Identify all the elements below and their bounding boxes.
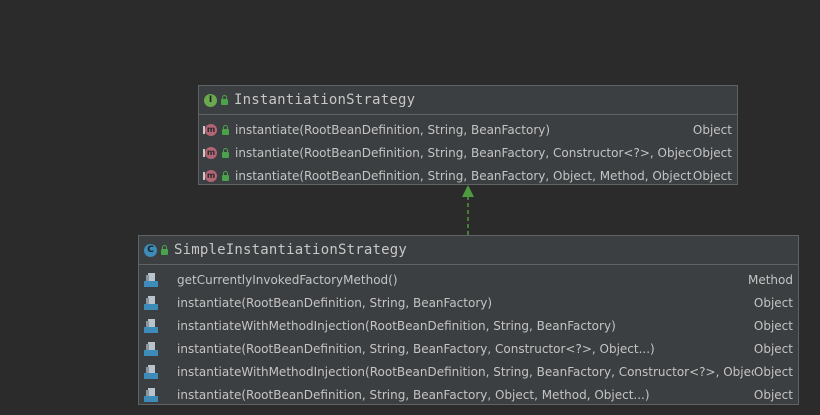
class-methods: getCurrentlyInvokedFactoryMethod() Method… bbox=[139, 265, 798, 406]
implemented-method-icon bbox=[143, 341, 159, 357]
lock-icon bbox=[222, 147, 229, 158]
method-return-type: Object bbox=[692, 168, 732, 183]
lock-icon bbox=[222, 170, 229, 181]
interface-header: I InstantiationStrategy bbox=[199, 86, 737, 115]
method-signature: instantiateWithMethodInjection(RootBeanD… bbox=[177, 318, 616, 333]
implemented-method-icon bbox=[143, 272, 159, 288]
method-icon: m bbox=[203, 146, 217, 159]
lock-icon bbox=[221, 95, 228, 105]
implemented-method-icon bbox=[143, 295, 159, 311]
class-header: C SimpleInstantiationStrategy bbox=[139, 236, 798, 265]
method-return-type: Object bbox=[692, 122, 732, 137]
method-return-type: Object bbox=[692, 145, 732, 160]
method-icon: m bbox=[203, 123, 217, 136]
method-signature: instantiate(RootBeanDefinition, String, … bbox=[177, 295, 493, 310]
lock-icon bbox=[222, 124, 229, 135]
method-icon: m bbox=[203, 169, 217, 182]
class-title: SimpleInstantiationStrategy bbox=[174, 242, 407, 258]
method-return-type: Object bbox=[753, 318, 793, 333]
class-method-row[interactable]: instantiate(RootBeanDefinition, String, … bbox=[139, 291, 798, 314]
interface-method-row[interactable]: m instantiate(RootBeanDefinition, String,… bbox=[199, 141, 737, 164]
class-method-row[interactable]: instantiate(RootBeanDefinition, String, … bbox=[139, 383, 798, 406]
interface-method-row[interactable]: m instantiate(RootBeanDefinition, String,… bbox=[199, 164, 737, 187]
method-signature: instantiate(RootBeanDefinition, String, … bbox=[177, 341, 655, 356]
method-signature: instantiate(RootBeanDefinition, String, … bbox=[177, 387, 650, 402]
method-signature: instantiate(RootBeanDefinition, String, … bbox=[235, 122, 551, 137]
implemented-method-icon bbox=[143, 318, 159, 334]
method-signature: instantiate(RootBeanDefinition, String, … bbox=[235, 145, 693, 160]
implemented-method-icon bbox=[143, 364, 159, 380]
lock-icon bbox=[161, 245, 168, 255]
interface-method-row[interactable]: m instantiate(RootBeanDefinition, String,… bbox=[199, 118, 737, 141]
method-return-type: Method bbox=[747, 272, 793, 287]
class-method-row[interactable]: getCurrentlyInvokedFactoryMethod() Method bbox=[139, 268, 798, 291]
method-return-type: Object bbox=[753, 364, 793, 379]
method-signature: instantiateWithMethodInjection(RootBeanD… bbox=[177, 364, 754, 379]
class-method-row[interactable]: instantiateWithMethodInjection(RootBeanD… bbox=[139, 360, 798, 383]
class-method-row[interactable]: instantiateWithMethodInjection(RootBeanD… bbox=[139, 314, 798, 337]
class-method-row[interactable]: instantiate(RootBeanDefinition, String, … bbox=[139, 337, 798, 360]
class-icon: C bbox=[144, 243, 157, 257]
interface-methods: m instantiate(RootBeanDefinition, String,… bbox=[199, 115, 737, 187]
implemented-method-icon bbox=[143, 387, 159, 403]
method-signature: instantiate(RootBeanDefinition, String, … bbox=[235, 168, 693, 183]
interface-icon: I bbox=[204, 93, 217, 107]
interface-box[interactable]: I InstantiationStrategy m instantiate(Roo… bbox=[198, 85, 738, 185]
method-signature: getCurrentlyInvokedFactoryMethod() bbox=[177, 272, 398, 287]
method-return-type: Object bbox=[753, 295, 793, 310]
class-box[interactable]: C SimpleInstantiationStrategy getCurrent… bbox=[138, 235, 799, 405]
interface-title: InstantiationStrategy bbox=[234, 92, 416, 108]
method-return-type: Object bbox=[753, 341, 793, 356]
method-return-type: Object bbox=[753, 387, 793, 402]
